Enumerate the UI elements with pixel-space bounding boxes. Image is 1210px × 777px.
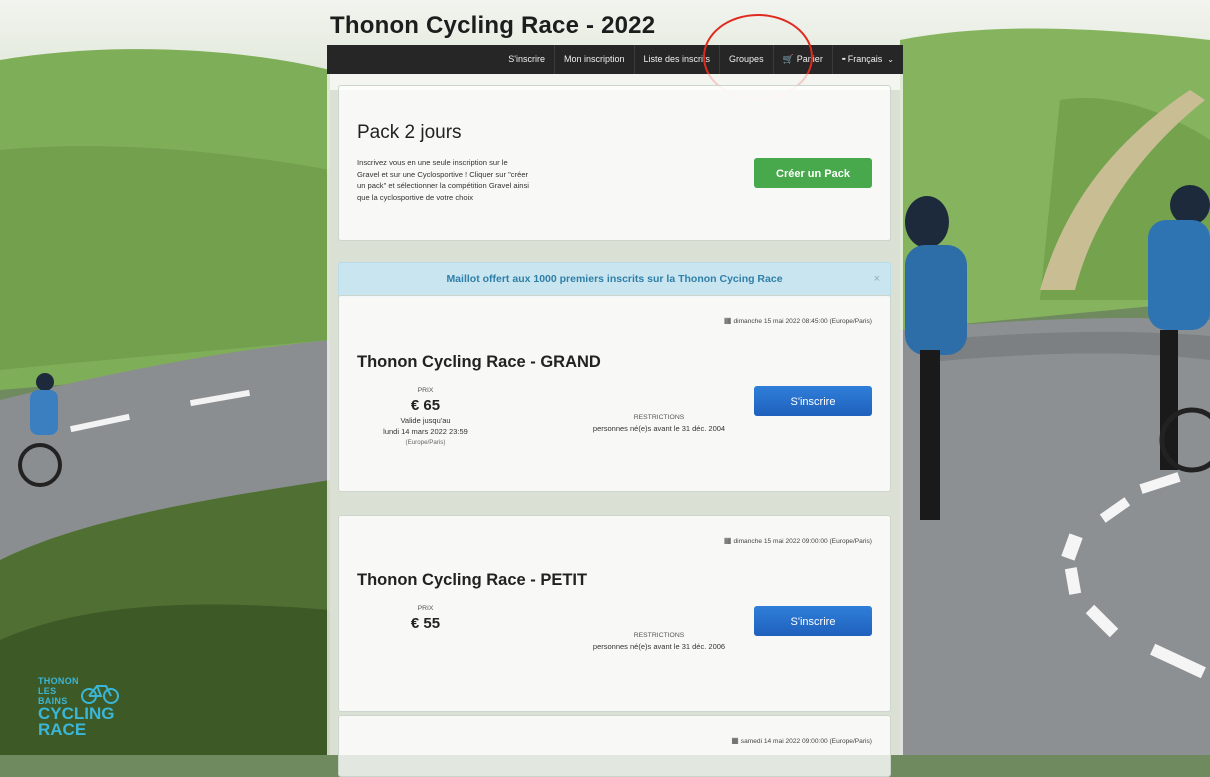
close-icon[interactable]: × — [874, 263, 880, 296]
chevron-down-icon: ⌄ — [887, 55, 894, 64]
price-value: € 65 — [410, 397, 441, 414]
pack-card: Pack 2 jours Inscrivez vous en une seule… — [338, 85, 891, 241]
nav-panier[interactable]: 🛒 Panier — [772, 45, 832, 74]
content-column: Pack 2 jours Inscrivez vous en une seule… — [327, 74, 903, 777]
pack-title: Pack 2 jours — [357, 122, 462, 143]
race-title: Thonon Cycling Race - PETIT — [357, 571, 588, 589]
price-valid-label: Valide jusqu'au — [400, 416, 451, 425]
restrictions-block: RESTRICTIONS personnes né(e)s avant le 3… — [509, 414, 809, 433]
price-label: PRIX — [417, 387, 434, 394]
register-button[interactable]: S'inscrire — [754, 606, 872, 636]
cart-icon: 🛒 — [782, 54, 794, 64]
nav-liste-des-inscrits[interactable]: Liste des inscrits — [633, 45, 720, 74]
nav-label: Panier — [796, 54, 823, 64]
bicycle-icon — [81, 685, 119, 704]
nav-label: Mon inscription — [563, 54, 625, 64]
create-pack-button[interactable]: Créer un Pack — [754, 158, 872, 188]
race-card-petit: ▦ dimanche 15 mai 2022 09:00:00 (Europe/P… — [338, 515, 891, 712]
calendar-icon: ▦ — [723, 316, 732, 325]
calendar-icon: ▦ — [723, 536, 732, 545]
nav-sinscrire[interactable]: S'inscrire — [499, 45, 554, 74]
race-date-text: dimanche 15 mai 2022 08:45:00 (Europe/Pa… — [733, 318, 872, 325]
nav-label: S'inscrire — [508, 54, 545, 64]
logo-text: RACE — [38, 720, 87, 739]
nav-label: Français — [847, 54, 883, 64]
register-button[interactable]: S'inscrire — [754, 386, 872, 416]
price-block: PRIX € 55 — [369, 605, 482, 632]
alert-text: Maillot offert aux 1000 premiers inscrit… — [446, 273, 783, 285]
race-date-text: dimanche 15 mai 2022 09:00:00 (Europe/Pa… — [733, 538, 872, 545]
pack-description: Inscrivez vous en une seule inscription … — [357, 158, 529, 202]
race-date: ▦ dimanche 15 mai 2022 08:45:00 (Europe/P… — [724, 316, 872, 325]
price-value: € 55 — [410, 615, 441, 632]
price-timezone: (Europe/Paris) — [405, 439, 446, 446]
price-block: PRIX € 65 Valide jusqu'au lundi 14 mars … — [369, 387, 482, 446]
race-date-text: samedi 14 mai 2022 09:00:00 (Europe/Pari… — [740, 738, 872, 745]
race-date: ▦ dimanche 15 mai 2022 09:00:00 (Europe/P… — [724, 536, 872, 545]
race-card-grand: ▦ dimanche 15 mai 2022 08:45:00 (Europe/P… — [338, 295, 891, 492]
nav-label: Groupes — [729, 54, 764, 64]
price-label: PRIX — [417, 605, 434, 612]
nav-label: Liste des inscrits — [643, 54, 711, 64]
race-date: ▦ samedi 14 mai 2022 09:00:00 (Europe/Par… — [731, 736, 872, 745]
page-title: Thonon Cycling Race - 2022 — [330, 12, 656, 39]
restrictions-text: personnes né(e)s avant le 31 déc. 2006 — [592, 642, 726, 651]
flag-icon: ▪▪ — [841, 56, 846, 63]
race-title: Thonon Cycling Race - GRAND — [357, 353, 601, 371]
event-logo: THONON LES BAINS CYCLING RACE — [38, 676, 119, 739]
nav-mon-inscription[interactable]: Mon inscription — [553, 45, 634, 74]
promo-alert: Maillot offert aux 1000 premiers inscrit… — [338, 262, 891, 297]
nav-groupes[interactable]: Groupes — [719, 45, 773, 74]
race-card-third: ▦ samedi 14 mai 2022 09:00:00 (Europe/Par… — [338, 715, 891, 777]
price-valid-date: lundi 14 mars 2022 23:59 — [383, 427, 468, 436]
calendar-icon: ▦ — [731, 736, 739, 745]
nav-language[interactable]: ▪▪ Français ⌄ — [831, 45, 903, 74]
restrictions-text: personnes né(e)s avant le 31 déc. 2004 — [592, 424, 726, 433]
main-navbar: S'inscrire Mon inscription Liste des ins… — [327, 45, 903, 74]
